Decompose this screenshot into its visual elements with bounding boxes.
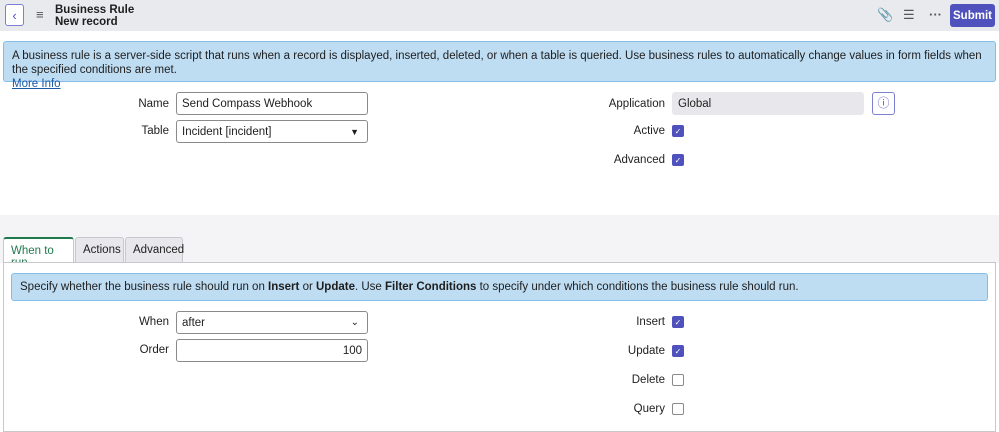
tab-actions[interactable]: Actions <box>75 237 124 263</box>
header-bar <box>0 0 999 31</box>
order-label: Order <box>139 344 169 356</box>
info-text: A business rule is a server-side script … <box>12 50 982 76</box>
query-checkbox[interactable] <box>672 403 684 415</box>
application-field: Global <box>672 92 864 115</box>
record-type: Business Rule <box>55 4 135 16</box>
update-checkbox[interactable]: ✓ <box>672 345 684 357</box>
advanced-checkbox[interactable]: ✓ <box>672 154 684 166</box>
when-to-run-info: Specify whether the business rule should… <box>11 273 988 301</box>
back-button[interactable]: ‹ <box>5 4 24 26</box>
query-label: Query <box>633 403 665 415</box>
info-banner: A business rule is a server-side script … <box>3 41 996 90</box>
info-circle-icon[interactable]: ⓘ <box>872 92 895 115</box>
more-options-icon[interactable]: ··· <box>929 7 942 22</box>
when-value: after <box>182 317 206 329</box>
update-label: Update <box>627 345 665 357</box>
record-status: New record <box>55 16 118 28</box>
chevron-left-icon: ‹ <box>12 7 17 23</box>
delete-checkbox[interactable] <box>672 374 684 386</box>
active-checkbox[interactable]: ✓ <box>672 125 684 137</box>
chevron-down-icon: ⌄ <box>350 317 359 328</box>
active-label: Active <box>633 125 665 137</box>
name-input[interactable]: Send Compass Webhook <box>176 92 368 115</box>
tab-when-to-run[interactable]: When to run <box>3 237 74 269</box>
page-title: Business Rule New record <box>55 4 134 28</box>
tab-advanced[interactable]: Advanced <box>125 237 184 263</box>
order-input[interactable]: 100 <box>176 339 368 362</box>
delete-label: Delete <box>631 374 665 386</box>
submit-button[interactable]: Submit <box>950 4 995 27</box>
insert-checkbox[interactable]: ✓ <box>672 316 684 328</box>
name-label: Name <box>138 98 169 110</box>
caret-down-icon: ▼ <box>350 127 359 137</box>
insert-label: Insert <box>636 316 665 328</box>
more-info-link[interactable]: More Info <box>12 78 61 90</box>
when-label: When <box>138 316 169 328</box>
when-select[interactable]: after ⌄ <box>176 311 368 334</box>
advanced-label: Advanced <box>613 154 665 166</box>
table-select[interactable]: Incident [incident] ▼ <box>176 120 368 143</box>
table-label: Table <box>141 125 170 137</box>
application-label: Application <box>608 98 665 110</box>
paperclip-icon[interactable]: 📎 <box>877 7 893 23</box>
sliders-icon[interactable]: ☰ <box>903 7 915 23</box>
table-value: Incident [incident] <box>182 126 272 138</box>
hamburger-menu-icon[interactable]: ≡ <box>36 7 44 22</box>
